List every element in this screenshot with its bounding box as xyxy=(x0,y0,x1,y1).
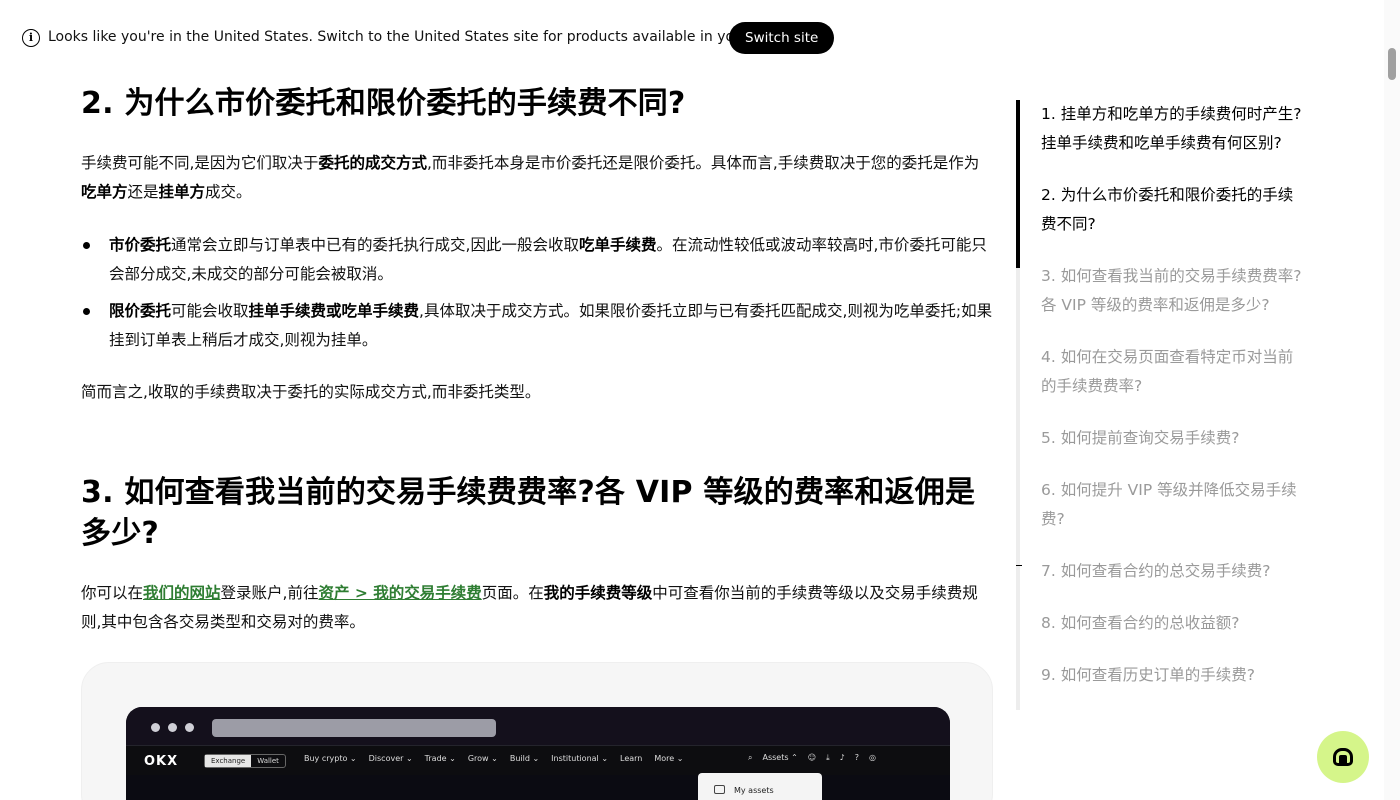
mock-assets: Assets ⌃ xyxy=(762,753,798,762)
address-bar xyxy=(212,719,496,737)
browser-titlebar xyxy=(126,707,950,745)
section-2-heading: 2. 为什么市价委托和限价委托的手续费不同? xyxy=(81,86,686,121)
mock-menu-item: Learn xyxy=(620,754,643,763)
mock-exchange-tab: Exchange xyxy=(205,755,252,767)
list-item: 限价委托可能会收取挂单手续费或吃单手续费,具体取决于成交方式。如果限价委托立即与… xyxy=(81,297,993,355)
my-trading-fees-link[interactable]: 资产 > 我的交易手续费 xyxy=(318,584,481,602)
mock-right-icons: ⌕ Assets ⌃ ☺ ⤓ ♪ ? ◎ xyxy=(748,753,876,763)
mock-help-icon: ? xyxy=(854,753,860,762)
toc-tick-mark xyxy=(1016,565,1022,566)
scrollbar-thumb[interactable] xyxy=(1388,48,1396,80)
toc-item-8[interactable]: 8. 如何查看合约的总收益额? xyxy=(1041,609,1303,638)
section-3-heading: 3. 如何查看我当前的交易手续费费率?各 VIP 等级的费率和返佣是多少? xyxy=(81,475,976,551)
browser-mockup: OKX Exchange Wallet Buy crypto ⌄ Discove… xyxy=(126,707,950,800)
toc-item-3[interactable]: 3. 如何查看我当前的交易手续费费率?各 VIP 等级的费率和返佣是多少? xyxy=(1041,262,1303,320)
wallet-icon xyxy=(714,785,725,794)
window-dot xyxy=(151,723,160,732)
toc-item-4[interactable]: 4. 如何在交易页面查看特定币对当前的手续费费率? xyxy=(1041,343,1303,401)
region-banner: i Looks like you're in the United States… xyxy=(0,0,1384,76)
mock-menu: Buy crypto ⌄ Discover ⌄ Trade ⌄ Grow ⌄ B… xyxy=(304,754,683,763)
mock-globe-icon: ◎ xyxy=(869,753,876,762)
screenshot-card: OKX Exchange Wallet Buy crypto ⌄ Discove… xyxy=(81,662,993,800)
window-dot xyxy=(168,723,177,732)
page-scrollbar[interactable] xyxy=(1384,0,1400,800)
mock-search-icon: ⌕ xyxy=(748,753,753,762)
section-2-summary: 简而言之,收取的手续费取决于委托的实际成交方式,而非委托类型。 xyxy=(81,383,541,401)
mock-menu-item: Build ⌄ xyxy=(509,754,540,763)
mock-menu-item: Buy crypto ⌄ xyxy=(304,754,357,763)
mock-assets-dropdown: My assets xyxy=(698,773,822,800)
toc-item-5[interactable]: 5. 如何提前查询交易手续费? xyxy=(1041,424,1303,453)
toc-item-1[interactable]: 1. 挂单方和吃单方的手续费何时产生?挂单手续费和吃单手续费有何区别? xyxy=(1041,100,1303,158)
mock-my-assets: My assets xyxy=(734,786,774,795)
mock-user-icon: ☺ xyxy=(807,753,817,762)
section-3-paragraph: 你可以在我们的网站登录账户,前往资产 > 我的交易手续费页面。在我的手续费等级中… xyxy=(81,584,978,631)
toc-active-indicator xyxy=(1016,100,1020,268)
mock-navbar: OKX Exchange Wallet Buy crypto ⌄ Discove… xyxy=(126,745,950,775)
toc-list: 1. 挂单方和吃单方的手续费何时产生?挂单手续费和吃单手续费有何区别? 2. 为… xyxy=(1041,100,1303,710)
mock-menu-item: Trade ⌄ xyxy=(424,754,456,763)
order-type-list: 市价委托通常会立即与订单表中已有的委托执行成交,因此一般会收取吃单手续费。在流动… xyxy=(81,231,993,363)
okx-logo: OKX xyxy=(144,754,179,769)
toc-item-7[interactable]: 7. 如何查看合约的总交易手续费? xyxy=(1041,557,1303,586)
headset-icon-mic xyxy=(1339,755,1347,765)
bullet-dot xyxy=(83,242,90,249)
mock-wallet-tab: Wallet xyxy=(257,757,279,765)
bullet-dot xyxy=(83,308,90,315)
support-chat-button[interactable] xyxy=(1317,731,1369,783)
window-dot xyxy=(185,723,194,732)
mock-download-icon: ⤓ xyxy=(826,753,830,762)
switch-site-button[interactable]: Switch site xyxy=(729,22,835,54)
mock-menu-item: More ⌄ xyxy=(654,754,684,763)
list-item: 市价委托通常会立即与订单表中已有的委托执行成交,因此一般会收取吃单手续费。在流动… xyxy=(81,231,993,289)
toc-item-9[interactable]: 9. 如何查看历史订单的手续费? xyxy=(1041,661,1303,690)
mock-menu-item: Grow ⌄ xyxy=(467,754,498,763)
info-icon: i xyxy=(22,29,40,47)
mock-bell-icon: ♪ xyxy=(839,753,845,762)
toc-item-6[interactable]: 6. 如何提升 VIP 等级并降低交易手续费? xyxy=(1041,476,1303,534)
toc-item-2[interactable]: 2. 为什么市价委托和限价委托的手续费不同? xyxy=(1041,181,1303,239)
banner-text: Looks like you're in the United States. … xyxy=(48,29,802,45)
exchange-wallet-toggle: Exchange Wallet xyxy=(204,754,286,768)
mock-menu-item: Institutional ⌄ xyxy=(551,754,609,763)
mock-menu-item: Discover ⌄ xyxy=(368,754,413,763)
section-2-paragraph: 手续费可能不同,是因为它们取决于委托的成交方式,而非委托本身是市价委托还是限价委… xyxy=(81,154,980,201)
table-of-contents: 1. 挂单方和吃单方的手续费何时产生?挂单手续费和吃单手续费有何区别? 2. 为… xyxy=(1016,100,1316,710)
our-website-link[interactable]: 我们的网站 xyxy=(143,584,221,602)
